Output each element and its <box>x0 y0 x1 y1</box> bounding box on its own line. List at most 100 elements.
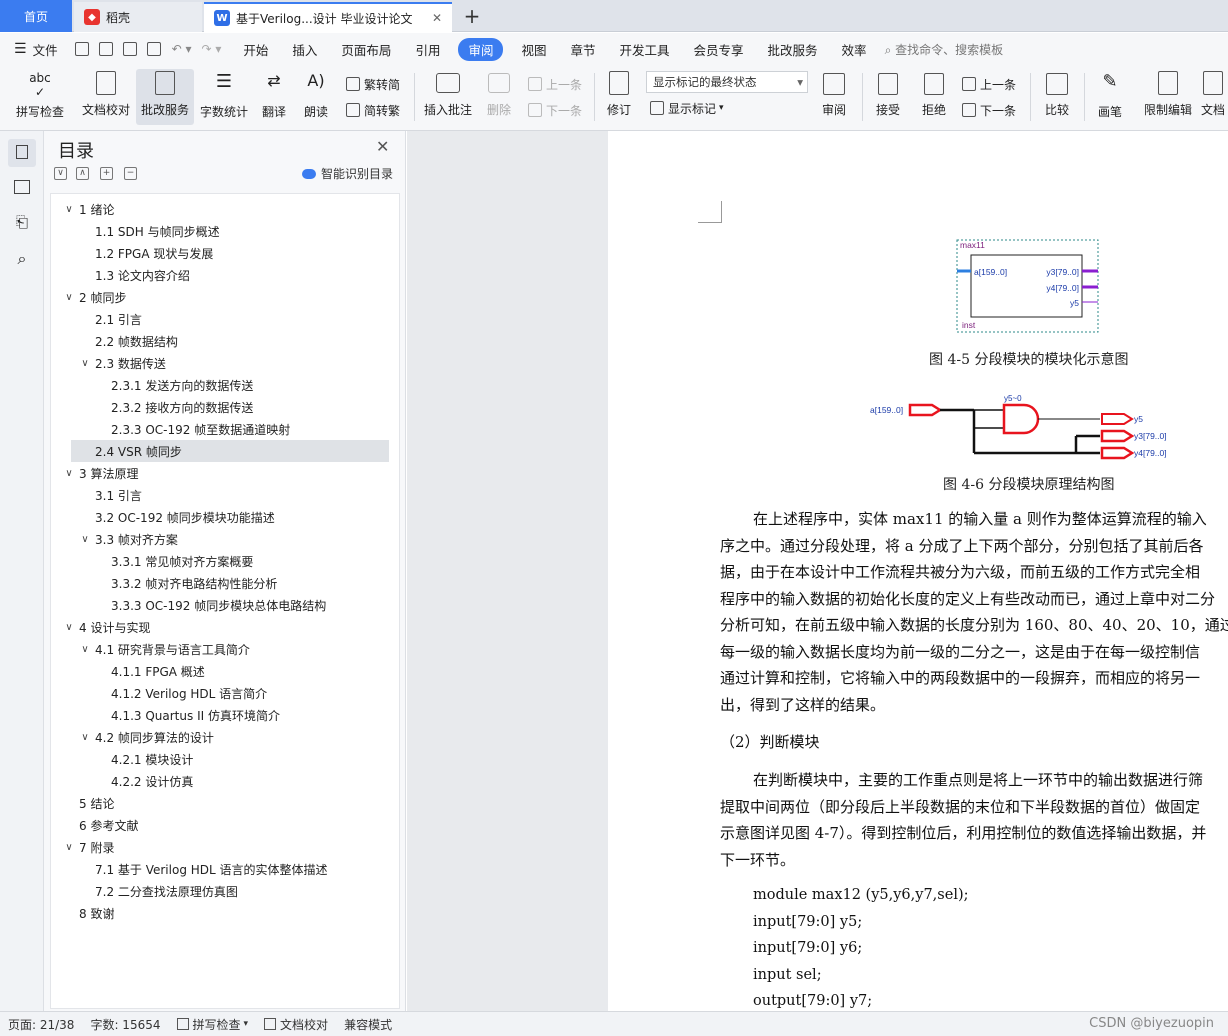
toc-item[interactable]: 3.2 OC-192 帧同步模块功能描述 <box>51 506 399 528</box>
chevron-down-icon[interactable]: ∨ <box>63 204 75 215</box>
add-toc-icon[interactable]: + <box>100 167 113 180</box>
doc-proof-button[interactable]: 文档校对 <box>76 69 136 125</box>
reject-button[interactable]: 拒绝 <box>912 69 956 125</box>
toc-item[interactable]: 4.1.2 Verilog HDL 语言简介 <box>51 682 399 704</box>
status-spell-check[interactable]: 拼写检查 ▾ <box>169 1016 257 1033</box>
prev-change-button[interactable]: 上一条 <box>962 73 1016 95</box>
close-icon[interactable]: ✕ <box>376 137 389 156</box>
command-search[interactable]: ⌕ 查找命令、搜索模板 <box>885 41 1004 58</box>
spell-check-button[interactable]: abc ✓ 拼写检查 <box>8 69 72 125</box>
tab-home[interactable]: 首页 <box>0 0 72 32</box>
chevron-down-icon[interactable]: ∨ <box>63 622 75 633</box>
document-more-button[interactable]: 文档 <box>1198 69 1228 125</box>
toc-item[interactable]: 7.2 二分查找法原理仿真图 <box>51 880 399 902</box>
menu-item[interactable]: 开发工具 <box>608 40 682 59</box>
toc-item[interactable]: ∨ 3.3 帧对齐方案 <box>51 528 399 550</box>
accept-button[interactable]: 接受 <box>866 69 910 125</box>
toc-item[interactable]: 2.3.3 OC-192 帧至数据通道映射 <box>51 418 399 440</box>
next-change-button[interactable]: 下一条 <box>962 99 1016 121</box>
menu-item[interactable]: 效率 <box>830 40 879 59</box>
menu-item[interactable]: 开始 <box>231 40 280 59</box>
toc-item[interactable]: 4.2.1 模块设计 <box>51 748 399 770</box>
toc-item[interactable]: 1.3 论文内容介绍 <box>51 264 399 286</box>
menu-file[interactable]: 文件 <box>27 40 70 59</box>
next-comment-button[interactable]: 下一条 <box>528 99 582 121</box>
toc-item[interactable]: ∨ 1 绪论 <box>51 198 399 220</box>
word-count-button[interactable]: ☰ 字数统计 <box>196 69 252 125</box>
toc-item[interactable]: 2.3.1 发送方向的数据传送 <box>51 374 399 396</box>
toc-item[interactable]: 2.3.2 接收方向的数据传送 <box>51 396 399 418</box>
pen-button[interactable]: ✎ 画笔 <box>1088 69 1132 125</box>
toc-item[interactable]: 6 参考文献 <box>51 814 399 836</box>
menu-item[interactable]: 会员专享 <box>682 40 756 59</box>
smart-toc-button[interactable]: 智能识别目录 <box>302 165 393 182</box>
toc-item[interactable]: 1.2 FPGA 现状与发展 <box>51 242 399 264</box>
delete-comment-button[interactable]: 删除 <box>478 69 520 125</box>
chevron-down-icon[interactable]: ∨ <box>63 842 75 853</box>
menu-item[interactable]: 视图 <box>509 40 558 59</box>
chevron-down-icon[interactable]: ∨ <box>63 292 75 303</box>
export-icon[interactable] <box>98 42 113 56</box>
show-markup-button[interactable]: 显示标记 ▾ <box>650 97 724 119</box>
redo-icon[interactable]: ↷ ▾ <box>201 42 221 56</box>
collapse-all-icon[interactable]: ∨ <box>54 167 67 180</box>
chevron-down-icon[interactable]: ∨ <box>79 644 91 655</box>
toc-item[interactable]: 4.2.2 设计仿真 <box>51 770 399 792</box>
status-doc-proof[interactable]: 文档校对 <box>256 1016 336 1033</box>
toc-item[interactable]: 3.3.1 常见帧对齐方案概要 <box>51 550 399 572</box>
toc-item[interactable]: 3.3.2 帧对齐电路结构性能分析 <box>51 572 399 594</box>
tab-docer[interactable]: ◆ 稻壳 <box>74 2 202 32</box>
toc-item[interactable]: ∨ 2.3 数据传送 <box>51 352 399 374</box>
menu-item[interactable]: 章节 <box>558 40 607 59</box>
chevron-down-icon[interactable]: ∨ <box>79 732 91 743</box>
print-icon[interactable] <box>122 42 137 56</box>
menu-item[interactable]: 引用 <box>403 40 452 59</box>
restrict-edit-button[interactable]: 限制编辑 <box>1138 69 1198 125</box>
toc-item[interactable]: 2.4 VSR 帧同步 <box>71 440 389 462</box>
toc-item[interactable]: 7.1 基于 Verilog HDL 语言的实体整体描述 <box>51 858 399 880</box>
toc-item[interactable]: 2.2 帧数据结构 <box>51 330 399 352</box>
word-count-indicator[interactable]: 字数: 15654 <box>82 1016 168 1033</box>
save-icon[interactable] <box>74 42 89 56</box>
insert-comment-button[interactable]: 插入批注 <box>420 69 476 125</box>
remove-toc-icon[interactable]: − <box>124 167 137 180</box>
toc-item[interactable]: ∨ 7 附录 <box>51 836 399 858</box>
toc-item[interactable]: ∨ 4.1 研究背景与语言工具简介 <box>51 638 399 660</box>
markup-state-select[interactable]: 显示标记的最终状态 <box>646 71 808 93</box>
to-simplified-button[interactable]: 简转繁 <box>346 99 400 121</box>
to-traditional-button[interactable]: 繁转简 <box>346 73 400 95</box>
toc-item[interactable]: ∨ 2 帧同步 <box>51 286 399 308</box>
chevron-down-icon[interactable]: ∨ <box>79 534 91 545</box>
toc-item[interactable]: 4.1.1 FPGA 概述 <box>51 660 399 682</box>
toc-item[interactable]: 3.3.3 OC-192 帧同步模块总体电路结构 <box>51 594 399 616</box>
menu-item[interactable]: 批改服务 <box>756 40 830 59</box>
chevron-down-icon[interactable]: ∨ <box>63 468 75 479</box>
toc-item[interactable]: 8 致谢 <box>51 902 399 924</box>
toc-item[interactable]: ∨ 3 算法原理 <box>51 462 399 484</box>
track-changes-button[interactable]: 修订 <box>598 69 640 125</box>
tab-close-icon[interactable]: ✕ <box>426 11 442 25</box>
expand-up-icon[interactable]: ∧ <box>76 167 89 180</box>
hamburger-icon[interactable]: ☰ <box>14 41 27 57</box>
preview-icon[interactable] <box>146 42 161 56</box>
review-service-button[interactable]: 批改服务 <box>136 69 194 125</box>
review-pane-button[interactable]: 审阅 <box>812 69 856 125</box>
search-icon[interactable]: ⌕ <box>12 249 32 269</box>
bookmark-icon[interactable]: ⎗ <box>12 213 32 233</box>
compare-button[interactable]: 比较 <box>1034 69 1080 125</box>
toc-item[interactable]: ∨ 4 设计与实现 <box>51 616 399 638</box>
toc-item[interactable]: ∨ 4.2 帧同步算法的设计 <box>51 726 399 748</box>
chevron-down-icon[interactable]: ∨ <box>79 358 91 369</box>
toc-item[interactable]: 5 结论 <box>51 792 399 814</box>
toc-item[interactable]: 1.1 SDH 与帧同步概述 <box>51 220 399 242</box>
menu-item[interactable]: 页面布局 <box>329 40 403 59</box>
prev-comment-button[interactable]: 上一条 <box>528 73 582 95</box>
menu-item[interactable]: 插入 <box>280 40 329 59</box>
toc-item[interactable]: 4.1.3 Quartus II 仿真环境简介 <box>51 704 399 726</box>
translate-button[interactable]: ⇄ 翻译 <box>254 69 294 125</box>
undo-icon[interactable]: ↶ ▾ <box>172 42 192 56</box>
document-page[interactable]: max11 a[159..0] y3[79..0] y4[79..0] y5 i… <box>608 131 1228 1011</box>
navigation-icon[interactable] <box>12 177 32 197</box>
toc-panel-icon[interactable] <box>8 139 36 167</box>
page-indicator[interactable]: 页面: 21/38 <box>0 1016 82 1033</box>
